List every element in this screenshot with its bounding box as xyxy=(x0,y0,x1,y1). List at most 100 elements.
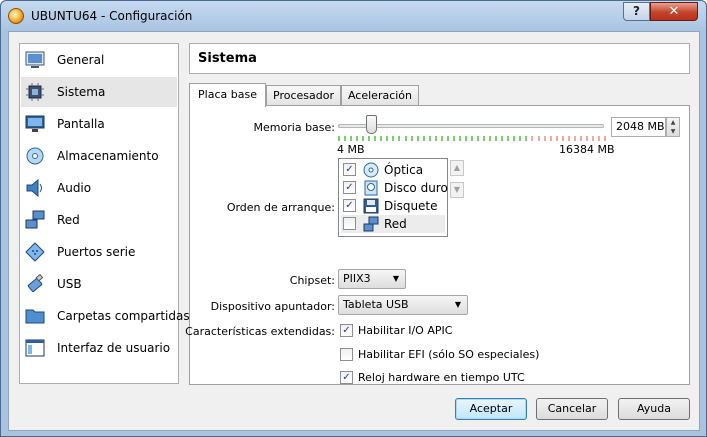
slider-tick xyxy=(410,136,413,141)
general-icon xyxy=(25,51,45,68)
slider-tick xyxy=(338,136,340,141)
slider-tick xyxy=(573,136,576,141)
title-bar[interactable]: UBUNTU64 - Configuración ? ✕ xyxy=(1,1,706,31)
serial-port-icon xyxy=(25,242,45,262)
panel-header: Sistema xyxy=(189,43,690,74)
slider-tick xyxy=(513,136,516,141)
slider-tick xyxy=(368,136,371,141)
boot-item-label: Disquete xyxy=(384,199,438,213)
boot-order-list[interactable]: ✓ Óptica ✓ Disco duro ✓ Disquete Red xyxy=(338,158,448,237)
memory-min-label: 4 MB xyxy=(337,143,365,156)
slider-tick xyxy=(543,136,546,141)
accept-button[interactable]: Aceptar xyxy=(455,398,527,420)
efi-label: Habilitar EFI (sólo SO especiales) xyxy=(358,348,540,361)
sidebar-item-usb[interactable]: USB xyxy=(21,269,177,299)
settings-sidebar: General Sistema Pantalla Almacenamiento … xyxy=(19,43,190,384)
cancel-button[interactable]: Cancelar xyxy=(536,398,608,420)
utc-checkbox[interactable]: ✓ xyxy=(340,371,353,384)
memory-label: Memoria base: xyxy=(253,121,335,134)
tab-aceleracion[interactable]: Aceleración xyxy=(341,85,419,106)
slider-tick xyxy=(428,136,431,141)
sidebar-item-label: Audio xyxy=(57,181,92,195)
help-button[interactable]: Ayuda xyxy=(618,398,690,420)
speaker-icon xyxy=(26,178,42,198)
tab-placa-base[interactable]: Placa base xyxy=(189,83,266,107)
sidebar-item-almacenamiento[interactable]: Almacenamiento xyxy=(21,141,177,171)
slider-tick xyxy=(356,136,359,141)
usb-icon xyxy=(27,274,44,293)
slider-tick xyxy=(549,136,552,141)
boot-optical-checkbox[interactable]: ✓ xyxy=(343,163,356,176)
list-item[interactable]: Red xyxy=(341,215,445,233)
slider-tick xyxy=(452,136,455,141)
slider-tick xyxy=(604,136,606,141)
slider-tick xyxy=(380,136,383,141)
slider-tick xyxy=(422,136,425,141)
slider-tick xyxy=(464,136,467,141)
chevron-down-icon: ▼ xyxy=(392,274,399,283)
move-down-button[interactable]: ▼ xyxy=(450,182,464,198)
sidebar-item-label: Carpetas compartidas xyxy=(57,309,190,323)
memory-max-label: 16384 MB xyxy=(559,143,615,156)
slider-tick xyxy=(495,136,498,141)
chipset-select[interactable]: PIIX3 ▼ xyxy=(338,269,406,289)
boot-item-label: Disco duro xyxy=(384,181,448,195)
slider-tick xyxy=(531,136,534,141)
list-item[interactable]: ✓ Disquete xyxy=(341,197,445,215)
boot-item-label: Óptica xyxy=(384,163,424,177)
memory-input[interactable]: 2048 MB xyxy=(611,117,666,137)
slider-tick xyxy=(489,136,492,141)
sidebar-item-label: General xyxy=(57,53,105,67)
page-title: Sistema xyxy=(198,51,257,66)
sidebar-item-label: Red xyxy=(57,213,80,227)
slider-tick xyxy=(477,136,480,141)
slider-tick xyxy=(555,136,558,141)
boot-floppy-checkbox[interactable]: ✓ xyxy=(343,199,356,212)
sidebar-item-interfaz-de-usuario[interactable]: Interfaz de usuario xyxy=(21,333,177,363)
ioapic-checkbox[interactable]: ✓ xyxy=(340,324,353,337)
slider-tick xyxy=(386,136,389,141)
sidebar-item-red[interactable]: Red xyxy=(21,205,177,235)
slider-tick xyxy=(519,136,522,141)
slider-tick xyxy=(374,136,377,141)
boot-hdd-checkbox[interactable]: ✓ xyxy=(343,181,356,194)
tab-procesador[interactable]: Procesador xyxy=(266,85,341,106)
dialog-client-area: General Sistema Pantalla Almacenamiento … xyxy=(8,31,700,431)
slider-tick xyxy=(561,136,564,141)
memory-slider-thumb[interactable] xyxy=(366,115,378,134)
storage-disc-icon xyxy=(26,147,44,165)
sidebar-item-label: Pantalla xyxy=(57,117,105,131)
slider-tick xyxy=(434,136,437,141)
display-monitor-icon xyxy=(25,115,45,132)
slider-tick xyxy=(501,136,504,141)
hard-disk-icon xyxy=(364,180,378,196)
memory-slider-track[interactable] xyxy=(338,124,604,128)
slider-tick xyxy=(362,136,365,141)
list-item[interactable]: ✓ Disco duro xyxy=(341,179,448,197)
slider-tick xyxy=(398,136,401,141)
slider-tick xyxy=(350,136,353,141)
sidebar-item-audio[interactable]: Audio xyxy=(21,173,177,203)
help-title-button[interactable]: ? xyxy=(623,2,650,21)
sidebar-item-label: USB xyxy=(57,277,82,291)
memory-spinner[interactable]: ▲ ▼ xyxy=(666,117,680,137)
move-up-button[interactable]: ▲ xyxy=(450,160,464,176)
slider-tick xyxy=(537,136,540,141)
slider-tick xyxy=(591,136,594,141)
sidebar-item-carpetas-compartidas[interactable]: Carpetas compartidas xyxy=(21,301,190,331)
slider-tick xyxy=(446,136,449,141)
sidebar-item-puertos-serie[interactable]: Puertos serie xyxy=(21,237,177,267)
sidebar-item-pantalla[interactable]: Pantalla xyxy=(21,109,177,139)
close-button[interactable]: ✕ xyxy=(650,2,698,21)
sidebar-item-sistema[interactable]: Sistema xyxy=(21,77,177,107)
boot-network-checkbox[interactable] xyxy=(343,217,356,230)
list-item[interactable]: ✓ Óptica xyxy=(341,161,445,179)
boot-item-label: Red xyxy=(384,217,407,231)
slider-tick xyxy=(585,136,588,141)
network-icon xyxy=(25,210,45,229)
sidebar-item-general[interactable]: General xyxy=(21,45,177,75)
pointing-device-select[interactable]: Tableta USB ▼ xyxy=(338,295,468,315)
slider-tick xyxy=(525,136,528,141)
settings-window: UBUNTU64 - Configuración ? ✕ General Sis… xyxy=(0,0,707,437)
efi-checkbox[interactable] xyxy=(340,348,353,361)
